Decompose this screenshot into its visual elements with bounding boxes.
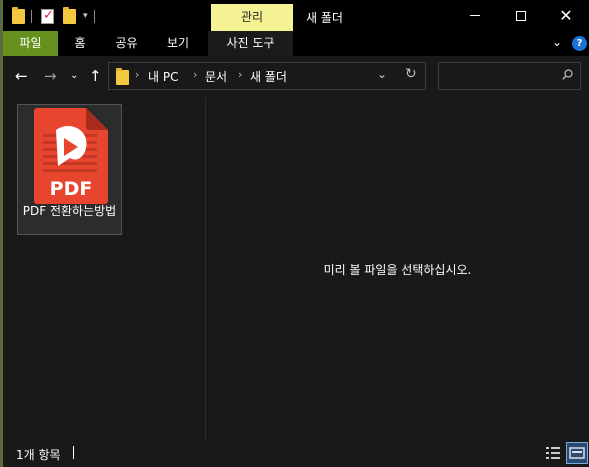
chevron-right-icon[interactable]: › [238,68,242,81]
forward-button[interactable]: → [44,66,57,86]
large-icons-glyph [569,447,585,459]
search-icon [562,69,573,80]
minimize-button[interactable] [452,0,498,31]
up-button[interactable]: ↑ [89,66,102,86]
close-icon: ✕ [559,5,573,25]
chevron-right-icon[interactable]: › [135,68,139,81]
file-item[interactable]: PDF PDF 전환하는방법 [17,104,122,235]
help-icon[interactable]: ? [572,36,587,51]
recent-locations-icon[interactable]: ⌄ [70,66,78,86]
breadcrumb-this-pc[interactable]: 내 PC [148,68,178,85]
tab-view[interactable]: 보기 [154,31,202,56]
tab-manage[interactable]: 관리 [211,4,293,31]
minimize-icon [470,15,480,16]
refresh-icon[interactable]: ↻ [405,66,417,82]
toolbar-separator [93,9,95,23]
toolbar-separator [31,9,32,23]
details-view-icon[interactable] [544,444,562,462]
expand-ribbon-icon[interactable]: ⌄ [552,35,562,49]
address-dropdown-icon[interactable]: ⌄ [377,67,387,81]
file-name: PDF 전환하는방법 [22,204,117,218]
maximize-button[interactable] [498,0,544,31]
new-folder-icon[interactable] [63,6,76,24]
title-bar: ▾ 관리 새 폴더 ✕ [3,0,589,31]
breadcrumb-new-folder[interactable]: 새 폴더 [250,68,287,85]
maximize-icon [516,10,526,21]
ribbon: 파일 홈 공유 보기 사진 도구 ⌄ ? [3,31,589,56]
pdf-icon-label: PDF [50,178,93,200]
back-button[interactable]: ← [15,66,28,86]
large-icons-view-icon[interactable] [566,442,588,464]
breadcrumb-documents[interactable]: 문서 [205,68,227,85]
tab-home[interactable]: 홈 [61,31,99,56]
pdf-file-icon: PDF [34,108,108,204]
navigation-bar: ← → ⌄ ↑ › 내 PC › 문서 › 새 폴더 ⌄ ↻ [3,56,589,97]
tab-picture-tools[interactable]: 사진 도구 [208,31,293,56]
customize-toolbar-icon[interactable]: ▾ [83,11,88,21]
address-bar[interactable]: › 내 PC › 문서 › 새 폴더 ⌄ ↻ [108,62,426,90]
tab-share[interactable]: 공유 [104,31,149,56]
preview-message: 미리 볼 파일을 선택하십시오. [323,263,472,277]
window-title: 새 폴더 [306,11,343,25]
folder-icon[interactable] [12,6,25,24]
file-list-pane: PDF PDF 전환하는방법 미리 볼 파일을 선택하십시오. [3,97,589,440]
item-count: 1개 항목 [16,448,61,462]
chevron-right-icon[interactable]: › [193,68,197,81]
folder-icon [116,68,129,85]
close-button[interactable]: ✕ [543,0,589,31]
properties-icon[interactable] [41,8,54,24]
search-input[interactable] [438,62,581,90]
tab-file[interactable]: 파일 [3,31,58,56]
status-separator [73,446,74,459]
quick-access-toolbar: ▾ [12,6,95,25]
status-bar: 1개 항목 [3,440,589,467]
